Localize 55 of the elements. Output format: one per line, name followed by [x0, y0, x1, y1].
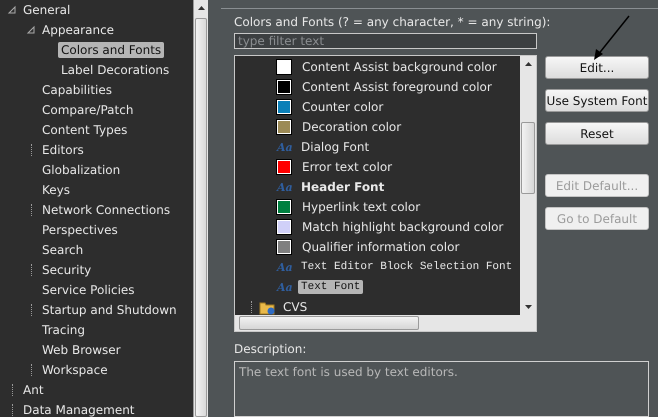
folder-icon — [259, 300, 276, 314]
tree-item[interactable]: Decoration color — [299, 119, 404, 135]
tree-item[interactable]: Label Decorations — [58, 62, 172, 78]
action-button[interactable]: Edit... — [545, 56, 649, 79]
tree-item[interactable]: Counter color — [299, 99, 386, 115]
description-label: Description: — [234, 342, 308, 356]
tree-item[interactable]: Ant — [20, 382, 47, 398]
font-icon: Aa — [277, 280, 295, 294]
tree-item[interactable]: Perspectives — [39, 222, 121, 238]
tree-item[interactable]: Appearance — [39, 22, 118, 38]
tree-item[interactable]: Capabilities — [39, 82, 115, 98]
font-icon: Aa — [277, 180, 295, 194]
tree-item[interactable]: Hyperlink text color — [299, 199, 424, 215]
tree-item[interactable]: Startup and Shutdown — [39, 302, 180, 318]
font-icon: Aa — [277, 260, 295, 274]
font-icon: Aa — [277, 140, 295, 154]
tree-item[interactable]: Content Types — [39, 122, 130, 138]
tree-item[interactable]: Tracing — [39, 322, 88, 338]
tree-item[interactable]: Content Assist foreground color — [299, 79, 495, 95]
tree-item[interactable]: Text Editor Block Selection Font — [298, 260, 516, 274]
down-arrow-icon[interactable] — [524, 305, 532, 309]
tree-item[interactable]: Globalization — [39, 162, 124, 178]
scrollbar[interactable] — [520, 56, 536, 315]
scroll-thumb[interactable] — [521, 122, 535, 194]
section-heading: Colors and Fonts (? = any character, * = any string): — [234, 15, 552, 29]
tree-item[interactable]: Search — [39, 242, 86, 258]
tree-item[interactable]: CVS — [280, 299, 310, 315]
tree-item[interactable]: Keys — [39, 182, 74, 198]
tree-item[interactable]: General — [20, 2, 74, 18]
tree-item[interactable]: Text Font — [298, 280, 364, 294]
scrollbar[interactable] — [235, 315, 536, 331]
tree-item[interactable]: Content Assist background color — [299, 59, 500, 75]
scroll-thumb[interactable] — [195, 18, 207, 417]
tree-item[interactable]: Error text color — [299, 159, 396, 175]
tree-item[interactable]: Header Font — [298, 179, 388, 195]
tree-item[interactable]: Match highlight background color — [299, 219, 506, 235]
filter-field[interactable]: type filter text — [234, 33, 537, 49]
up-arrow-icon[interactable] — [198, 6, 204, 10]
up-arrow-icon[interactable] — [524, 62, 532, 66]
tree-item[interactable]: Security — [39, 262, 94, 278]
tree-item[interactable]: Compare/Patch — [39, 102, 136, 118]
tree-item[interactable]: Data Management — [20, 402, 138, 417]
tree-item[interactable]: Qualifier information color — [299, 239, 462, 255]
description-box: The text font is used by text editors. — [234, 361, 649, 417]
tree-item[interactable]: Dialog Font — [298, 139, 372, 155]
tree-item[interactable]: Network Connections — [39, 202, 174, 218]
tree-item[interactable]: Colors and Fonts — [58, 42, 164, 58]
tree-item[interactable]: Workspace — [39, 362, 111, 378]
scroll-thumb[interactable] — [239, 316, 419, 330]
scrollbar[interactable] — [193, 0, 208, 417]
tree-item[interactable]: Editors — [39, 142, 87, 158]
action-button[interactable]: Use System Font — [545, 89, 649, 112]
action-button[interactable]: Reset — [545, 122, 649, 145]
tree-item[interactable]: Web Browser — [39, 342, 124, 358]
tree-item[interactable]: Service Policies — [39, 282, 138, 298]
